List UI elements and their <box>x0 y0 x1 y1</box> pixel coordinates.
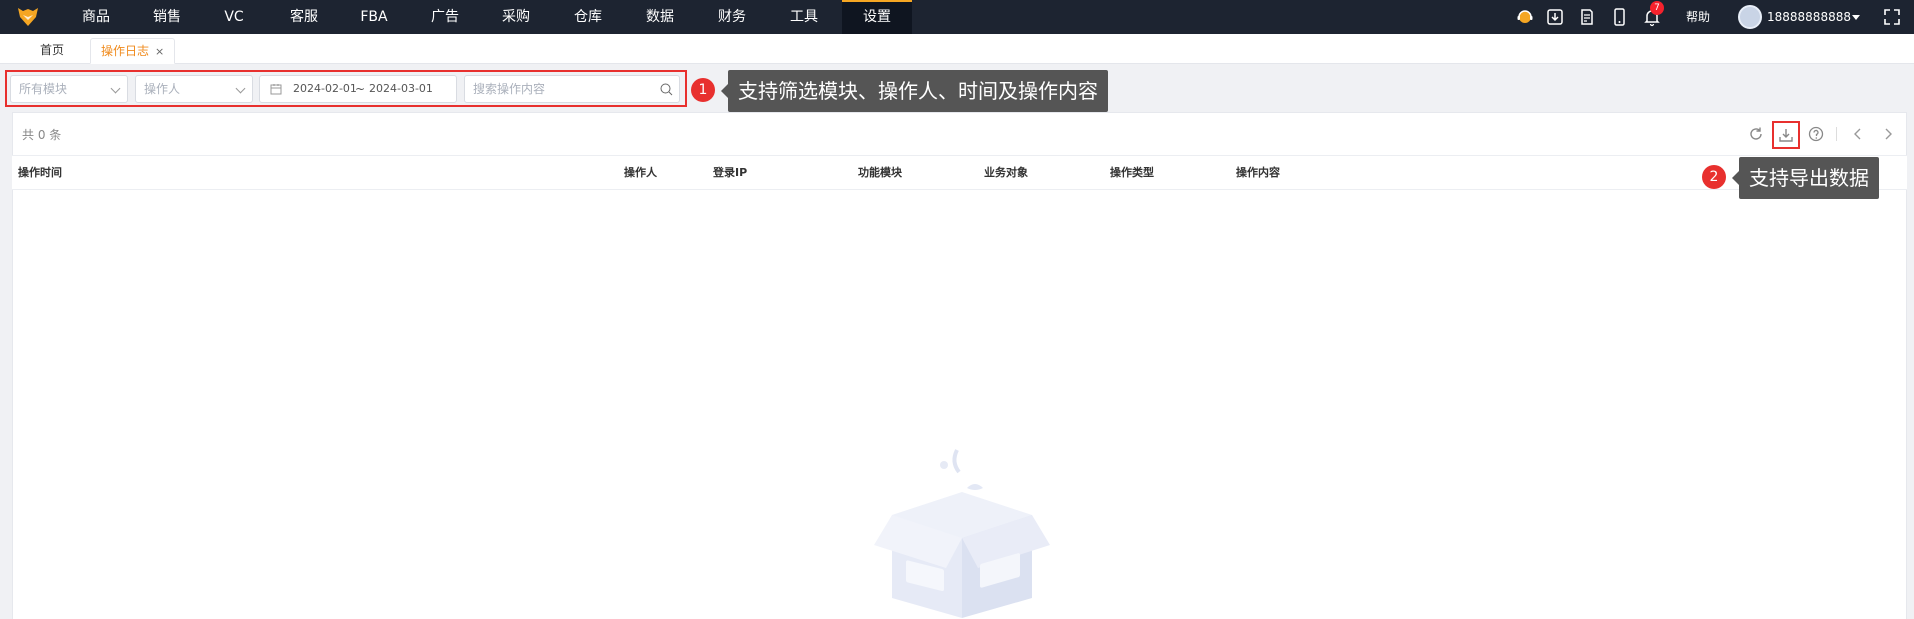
date-separator: ~ <box>355 82 366 96</box>
fullscreen-icon[interactable] <box>1882 7 1902 27</box>
nav-item-purchasing[interactable]: 采购 <box>492 0 540 34</box>
chevron-down-icon <box>235 83 246 94</box>
column-header-operator[interactable]: 操作人 <box>624 156 657 190</box>
chevron-left-icon[interactable] <box>1848 124 1868 144</box>
nav-item-data[interactable]: 数据 <box>636 0 684 34</box>
callout-number-1: 1 <box>691 78 715 102</box>
page-tabs: 首页 操作日志 × <box>0 34 1914 64</box>
column-header-module[interactable]: 功能模块 <box>858 156 902 190</box>
app-logo-icon[interactable] <box>16 5 40 29</box>
tab-operation-log[interactable]: 操作日志 × <box>90 38 176 64</box>
tab-operation-log-label: 操作日志 <box>101 44 150 58</box>
tab-home[interactable]: 首页 <box>30 38 74 64</box>
total-count: 共 0 条 <box>22 128 62 142</box>
username[interactable]: 18888888888 <box>1767 0 1851 34</box>
toolbar-divider <box>1836 127 1837 141</box>
date-start: 2024-02-01 <box>293 82 357 95</box>
date-end: 2024-03-01 <box>369 82 433 95</box>
search-icon[interactable] <box>660 83 673 96</box>
search-input[interactable]: 搜索操作内容 <box>464 75 680 103</box>
export-icon[interactable] <box>1776 125 1796 145</box>
nav-item-warehouse[interactable]: 仓库 <box>564 0 612 34</box>
callout-filter-tip: 支持筛选模块、操作人、时间及操作内容 <box>721 70 1108 112</box>
module-select[interactable]: 所有模块 <box>10 75 128 103</box>
refresh-icon[interactable] <box>1746 124 1766 144</box>
notification-badge: 7 <box>1650 1 1664 15</box>
module-select-placeholder: 所有模块 <box>19 82 68 96</box>
document-icon[interactable] <box>1577 7 1597 27</box>
empty-box-icon <box>874 449 1050 618</box>
callout-number-2: 2 <box>1702 165 1726 189</box>
nav-item-products[interactable]: 商品 <box>72 0 120 34</box>
nav-item-settings[interactable]: 设置 <box>842 0 912 34</box>
customer-support-icon[interactable] <box>1515 7 1535 27</box>
avatar[interactable] <box>1738 5 1762 29</box>
chevron-right-icon[interactable] <box>1878 124 1898 144</box>
column-header-business-object[interactable]: 业务对象 <box>984 156 1028 190</box>
nav-item-fba[interactable]: FBA <box>350 0 398 34</box>
nav-item-tools[interactable]: 工具 <box>780 0 828 34</box>
nav-item-customer-service[interactable]: 客服 <box>280 0 328 34</box>
mobile-icon[interactable] <box>1609 7 1629 27</box>
chevron-down-icon <box>110 83 121 94</box>
top-nav: 商品 销售 VC 客服 FBA 广告 采购 仓库 数据 财务 工具 设置 7 帮… <box>0 0 1914 34</box>
calendar-icon <box>270 84 282 95</box>
column-header-time[interactable]: 操作时间 <box>18 156 62 190</box>
column-header-operation-type[interactable]: 操作类型 <box>1110 156 1154 190</box>
operator-select[interactable]: 操作人 <box>135 75 253 103</box>
close-icon[interactable]: × <box>155 45 164 58</box>
download-center-icon[interactable] <box>1545 7 1565 27</box>
search-placeholder: 搜索操作内容 <box>473 82 546 96</box>
help-circle-icon[interactable] <box>1806 124 1826 144</box>
callout-export-tip: 支持导出数据 <box>1732 157 1879 199</box>
help-link[interactable]: 帮助 <box>1686 0 1710 34</box>
column-header-operation-content[interactable]: 操作内容 <box>1236 156 1280 190</box>
operator-select-placeholder: 操作人 <box>144 82 181 96</box>
date-range-picker[interactable]: 2024-02-01 ~ 2024-03-01 <box>259 75 457 103</box>
nav-item-finance[interactable]: 财务 <box>708 0 756 34</box>
user-menu-caret-icon[interactable] <box>1852 15 1860 20</box>
column-header-login-ip[interactable]: 登录IP <box>713 156 747 190</box>
nav-item-sales[interactable]: 销售 <box>143 0 191 34</box>
table-header: 操作时间 操作人 登录IP 功能模块 业务对象 操作类型 操作内容 <box>12 155 1907 190</box>
nav-item-ads[interactable]: 广告 <box>421 0 469 34</box>
nav-item-vc[interactable]: VC <box>212 0 256 34</box>
